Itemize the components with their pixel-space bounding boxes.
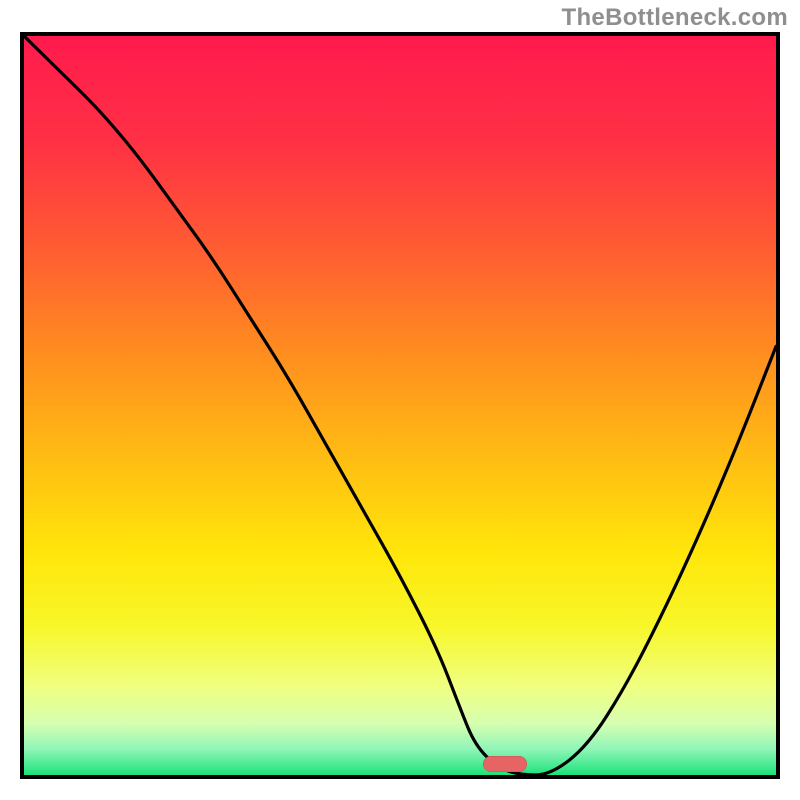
- chart-curve-layer: [24, 36, 776, 775]
- watermark-text: TheBottleneck.com: [562, 4, 788, 32]
- optimal-point-marker: [483, 756, 527, 772]
- chart-container: TheBottleneck.com: [0, 0, 800, 800]
- bottleneck-curve: [24, 36, 776, 775]
- chart-panel: [20, 32, 780, 779]
